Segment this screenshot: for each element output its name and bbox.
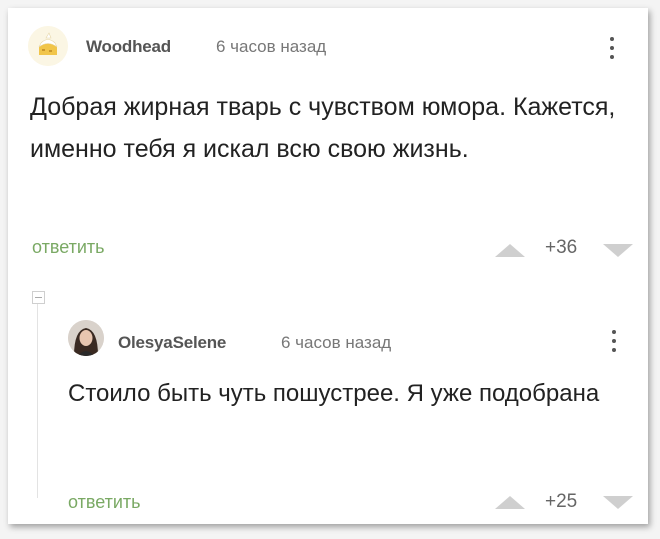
more-options-icon[interactable] (609, 328, 619, 354)
collapse-thread-icon[interactable] (32, 291, 45, 304)
user-photo-avatar (68, 320, 104, 356)
comment-time: 6 часов назад (281, 333, 392, 352)
downvote-icon[interactable] (603, 496, 633, 509)
reply-link[interactable]: ответить (68, 492, 141, 513)
upvote-icon[interactable] (495, 496, 525, 509)
comment-time: 6 часов назад (216, 37, 327, 56)
downvote-icon[interactable] (603, 244, 633, 257)
comment-card: Woodhead 6 часов назад Добрая жирная тва… (8, 8, 648, 524)
comment-score: +36 (545, 237, 578, 258)
cake-avatar-icon (28, 26, 68, 66)
comment-text: Добрая жирная тварь с чувством юмора. Ка… (30, 93, 616, 163)
avatar[interactable] (68, 320, 104, 356)
comment-text: Стоило быть чуть пошустрее. Я уже подобр… (68, 380, 600, 407)
comment-score: +25 (545, 491, 578, 512)
reply-link[interactable]: ответить (32, 237, 105, 258)
more-options-icon[interactable] (607, 35, 617, 61)
comment-author[interactable]: OlesyaSelene (118, 333, 226, 353)
upvote-icon[interactable] (495, 244, 525, 257)
comment: Woodhead 6 часов назад Добрая жирная тва… (8, 8, 648, 283)
comment-reply: OlesyaSelene 6 часов назад Стоило быть ч… (8, 306, 648, 524)
avatar[interactable] (28, 26, 68, 66)
comment-author[interactable]: Woodhead (86, 37, 171, 57)
